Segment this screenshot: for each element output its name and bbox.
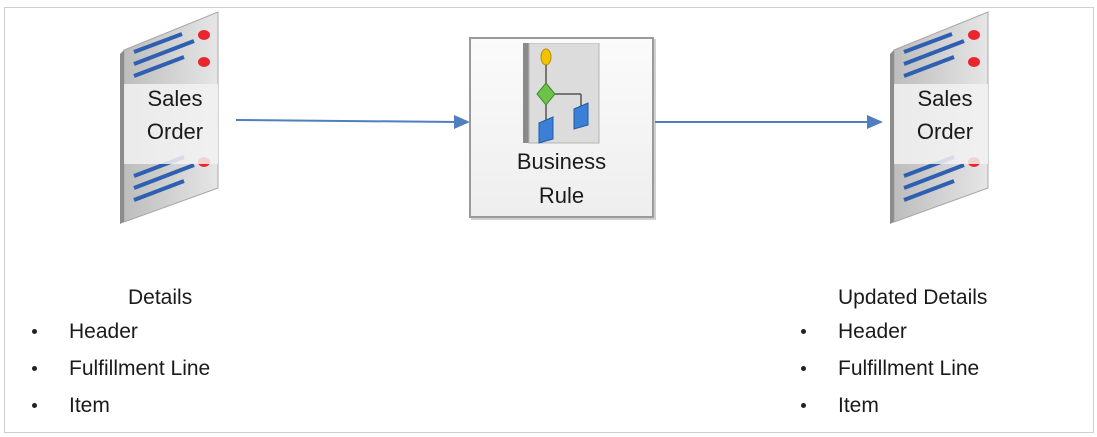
source-sales-order-doc: Sales Order xyxy=(120,10,230,230)
bullet-icon xyxy=(32,366,37,371)
target-sales-order-doc: Sales Order xyxy=(890,10,1000,230)
arrow-to-business-rule xyxy=(236,115,470,129)
business-rule-label-line1: Business xyxy=(516,149,607,174)
target-doc-label-line1: Sales xyxy=(917,86,973,111)
list-item: Item xyxy=(32,387,292,424)
target-doc-label: Sales Order xyxy=(890,82,1000,148)
business-rule-label-line2: Rule xyxy=(538,183,585,208)
bullet-icon xyxy=(801,366,806,371)
right-details-list: Header Fulfillment Line Item xyxy=(801,313,1061,424)
business-rule-label: Business Rule xyxy=(471,145,652,213)
left-details-list: Header Fulfillment Line Item xyxy=(32,313,292,424)
bullet-icon xyxy=(801,329,806,334)
source-doc-label: Sales Order xyxy=(120,82,230,148)
target-doc-label-line2: Order xyxy=(916,119,974,144)
list-item: Fulfillment Line xyxy=(32,350,292,387)
left-details-title: Details xyxy=(128,286,193,309)
list-item: Header xyxy=(801,313,1061,350)
flowchart-icon xyxy=(523,43,600,144)
bullet-icon xyxy=(32,329,37,334)
source-doc-label-line2: Order xyxy=(146,119,204,144)
bullet-icon xyxy=(801,403,806,408)
business-rule-box: Business Rule xyxy=(469,37,654,218)
bullet-icon xyxy=(32,403,37,408)
list-item: Item xyxy=(801,387,1061,424)
right-details-title: Updated Details xyxy=(838,286,988,309)
list-item: Header xyxy=(32,313,292,350)
list-item: Fulfillment Line xyxy=(801,350,1061,387)
source-doc-label-line1: Sales xyxy=(147,86,203,111)
arrow-to-updated-sales-order xyxy=(655,115,883,129)
